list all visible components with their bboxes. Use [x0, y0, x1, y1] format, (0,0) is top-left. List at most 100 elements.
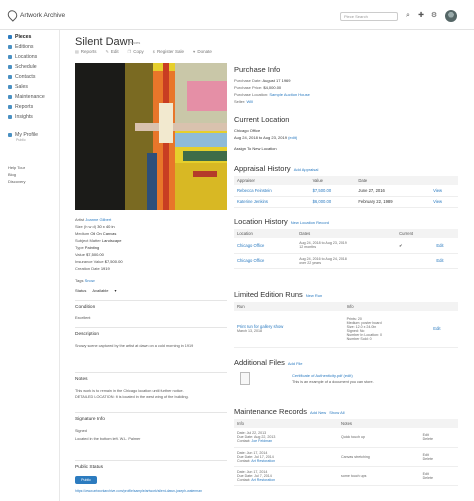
breadcrumb[interactable]: / Pieces — [126, 40, 140, 45]
location-link[interactable]: Chicago Office — [234, 253, 297, 269]
maintenance-note: some touch ups — [338, 466, 420, 486]
column-header: Info — [343, 302, 431, 311]
size-label: Size (h w d) — [75, 224, 97, 229]
creation-row: Creation Date 1919 — [75, 266, 110, 271]
purchase-location-label: Purchase Location: — [234, 92, 269, 97]
reports-button[interactable]: ▤ Reports — [75, 49, 97, 54]
column-header: Notes — [338, 419, 420, 428]
current-location-dates: Aug 24, 2018 to Aug 23, 2019 (edit) — [234, 135, 297, 140]
donate-label: Donate — [197, 49, 212, 54]
file-thumbnail-icon[interactable] — [240, 372, 250, 385]
maintenance-contact-row: Contact: Art Restoration — [237, 459, 335, 463]
appraisal-date: June 27, 2016 — [355, 185, 431, 197]
maintenance-title: Maintenance Records — [234, 407, 307, 416]
gear-icon[interactable]: ⚙ — [430, 12, 438, 20]
current-location-edit-link[interactable]: (edit) — [288, 135, 297, 140]
sidebar-item-insights[interactable]: Insights — [8, 114, 33, 120]
medium-label: Medium — [75, 231, 90, 236]
app-logo[interactable]: Artwork Archive — [5, 8, 65, 22]
add-icon[interactable]: ✚ — [417, 12, 425, 20]
tag-link[interactable]: Snow — [85, 278, 95, 283]
sidebar-item-editions[interactable]: Editions — [8, 44, 33, 50]
new-run-link[interactable]: New Run — [306, 293, 322, 298]
maintenance-table: Info Notes Date: Jul 22, 2013 Due Date: Au… — [234, 419, 458, 486]
search-input[interactable]: Piece Search — [340, 12, 398, 21]
copy-label: Copy — [133, 49, 144, 54]
additional-files-title: Additional Files — [234, 358, 285, 367]
maintenance-contact-label: Contact: — [237, 477, 251, 482]
file-link[interactable]: Certificate of Authenticity.pdf — [292, 373, 342, 378]
register-sale-button[interactable]: $ Register Sale — [153, 49, 184, 54]
top-bar: Artwork Archive Piece Search ⌕ ✚ ⚙ — [0, 0, 474, 30]
sidebar-item-label: Pieces — [15, 34, 32, 40]
donate-button[interactable]: ♥ Donate — [193, 49, 212, 54]
sidebar-item-pieces[interactable]: Pieces — [8, 34, 31, 40]
add-appraisal-link[interactable]: Add Appraisal — [294, 167, 319, 172]
current-location-dates-text: Aug 24, 2018 to Aug 23, 2019 — [234, 135, 287, 140]
copy-button[interactable]: ❐ Copy — [128, 49, 144, 54]
file-edit-link[interactable]: (edit) — [344, 373, 353, 378]
artist-link[interactable]: Joanne Gilbert — [85, 217, 111, 222]
edit-button[interactable]: ✎ Edit — [106, 49, 119, 54]
add-file-link[interactable]: Add File — [288, 361, 303, 366]
edit-location-link[interactable]: Edit — [433, 253, 458, 269]
logo-icon — [5, 8, 20, 22]
table-row: Print run for gallery show March 13, 2018… — [234, 311, 458, 348]
seller-link[interactable]: Will — [246, 99, 252, 104]
sidebar-item-sales[interactable]: Sales — [8, 84, 28, 90]
sales-icon — [8, 85, 12, 89]
location-link[interactable]: Chicago Office — [234, 238, 297, 254]
view-appraisal-link[interactable]: View — [430, 196, 458, 208]
new-location-record-link[interactable]: New Location Record — [291, 220, 329, 225]
seller-label: Seller: — [234, 99, 246, 104]
maintenance-contact-link[interactable]: Art Restoration — [251, 459, 275, 463]
appraisal-value[interactable]: $7,500.00 — [309, 185, 356, 197]
delete-maintenance-link[interactable]: Delete — [423, 476, 455, 480]
sidebar-item-maintenance[interactable]: Maintenance — [8, 94, 45, 100]
file-name-row: Certificate of Authenticity.pdf (edit) — [292, 373, 353, 378]
view-appraisal-link[interactable]: View — [430, 185, 458, 197]
run-info-line: Number Sold: 0 — [346, 336, 372, 341]
add-maintenance-link[interactable]: Add New — [310, 410, 326, 415]
table-row: Date: Jun 17, 2014 Due Date: Jul 17, 2014… — [234, 447, 458, 467]
condition-heading: Condition — [75, 305, 96, 310]
avatar[interactable] — [445, 10, 457, 22]
current-location-link[interactable]: Chicago Office — [234, 128, 260, 133]
current-location-title: Current Location — [234, 115, 290, 124]
assign-location-link[interactable]: Assign To New Location — [234, 146, 277, 151]
type-value: Painting — [84, 245, 100, 250]
purchase-location-link[interactable]: Sample Auction House — [269, 92, 309, 97]
tags-row: Tags Snow — [75, 278, 95, 283]
sidebar-item-contacts[interactable]: Contacts — [8, 74, 35, 80]
status-select[interactable]: Status Available ▾ — [75, 288, 117, 293]
public-url-link[interactable]: https://www.artworkarchive.com/profile/s… — [75, 489, 202, 493]
sidebar-item-reports[interactable]: Reports — [8, 104, 33, 110]
delete-maintenance-link[interactable]: Delete — [423, 457, 455, 461]
edit-run-link[interactable]: Edit — [430, 311, 458, 348]
tag-icon: $ — [152, 49, 156, 54]
delete-maintenance-link[interactable]: Delete — [423, 437, 455, 441]
sidebar-item-locations[interactable]: Locations — [8, 54, 37, 60]
column-header — [430, 302, 458, 311]
help-tour-link[interactable]: Help Tour — [8, 165, 25, 170]
profile-icon — [8, 133, 12, 137]
appraiser-link[interactable]: Katerine Jenkins — [234, 196, 310, 208]
search-icon[interactable]: ⌕ — [404, 12, 412, 20]
maintenance-contact-link[interactable]: Art Restoration — [251, 478, 275, 482]
edit-location-link[interactable]: Edit — [433, 238, 458, 254]
maintenance-contact-link[interactable]: Joe Feldman — [251, 439, 272, 443]
show-all-link[interactable]: Show All — [329, 410, 344, 415]
sidebar-item-schedule[interactable]: Schedule — [8, 64, 37, 70]
appraisal-value[interactable]: $6,000.00 — [309, 196, 356, 208]
artwork-image[interactable] — [75, 63, 227, 210]
discovery-link[interactable]: Discovery — [8, 179, 26, 184]
appraiser-link[interactable]: Rebecca Feinstein — [234, 185, 310, 197]
reports-icon — [8, 105, 12, 109]
public-toggle-button[interactable]: Public — [75, 476, 97, 484]
maintenance-actions-cell: Edit Delete — [419, 447, 458, 467]
blog-link[interactable]: Blog — [8, 172, 16, 177]
location-dates-cell: Aug 24, 2018 to Aug 23, 2019 12 months — [296, 238, 397, 254]
sidebar-item-label: Schedule — [15, 64, 37, 70]
column-header — [430, 176, 458, 185]
table-row: Date: Jun 17, 2014 Due Date: Jul 7, 2014 C… — [234, 466, 458, 486]
